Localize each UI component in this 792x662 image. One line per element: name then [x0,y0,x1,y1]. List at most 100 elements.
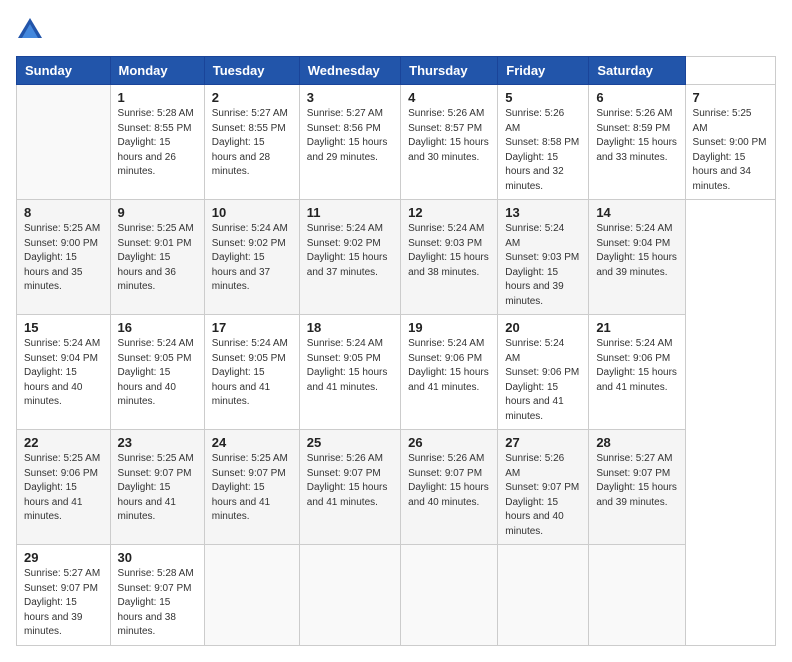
day-number: 10 [212,205,292,220]
calendar-cell: 20 Sunrise: 5:24 AMSunset: 9:06 PMDayligh… [498,315,589,430]
logo [16,16,48,44]
calendar-cell [204,545,299,646]
day-number: 19 [408,320,490,335]
calendar-header-friday: Friday [498,57,589,85]
day-number: 26 [408,435,490,450]
page-header [16,16,776,44]
day-number: 30 [118,550,197,565]
day-info: Sunrise: 5:24 AMSunset: 9:06 PMDaylight:… [596,337,677,395]
day-number: 28 [596,435,677,450]
calendar-table: SundayMondayTuesdayWednesdayThursdayFrid… [16,56,776,646]
calendar-cell: 10 Sunrise: 5:24 AMSunset: 9:02 PMDayligh… [204,200,299,315]
day-number: 20 [505,320,581,335]
day-info: Sunrise: 5:24 AMSunset: 9:02 PMDaylight:… [307,222,393,280]
day-info: Sunrise: 5:27 AMSunset: 9:07 PMDaylight:… [596,452,677,510]
calendar-cell: 17Sunrise: 5:24 AMSunset: 9:05 PMDayligh… [204,315,299,430]
day-number: 15 [24,320,103,335]
day-info: Sunrise: 5:25 AMSunset: 9:06 PMDaylight:… [24,452,103,525]
calendar-cell: 11 Sunrise: 5:24 AMSunset: 9:02 PMDayligh… [299,200,400,315]
day-number: 11 [307,205,393,220]
day-number: 18 [307,320,393,335]
day-info: Sunrise: 5:27 AMSunset: 8:55 PMDaylight:… [212,107,292,180]
calendar-cell: 26 Sunrise: 5:26 AMSunset: 9:07 PMDayligh… [401,430,498,545]
calendar-header-saturday: Saturday [589,57,685,85]
day-info: Sunrise: 5:24 AMSunset: 9:06 PMDaylight:… [505,337,581,424]
day-number: 1 [118,90,197,105]
calendar-cell [17,85,111,200]
calendar-cell: 6 Sunrise: 5:26 AMSunset: 8:59 PMDaylight… [589,85,685,200]
day-info: Sunrise: 5:26 AMSunset: 9:07 PMDaylight:… [505,452,581,539]
calendar-cell [498,545,589,646]
logo-icon [16,16,44,44]
calendar-cell [299,545,400,646]
calendar-cell: 16 Sunrise: 5:24 AMSunset: 9:05 PMDayligh… [110,315,204,430]
calendar-cell: 3 Sunrise: 5:27 AMSunset: 8:56 PMDaylight… [299,85,400,200]
calendar-header-thursday: Thursday [401,57,498,85]
day-number: 6 [596,90,677,105]
calendar-cell: 15 Sunrise: 5:24 AMSunset: 9:04 PMDayligh… [17,315,111,430]
calendar-cell: 13 Sunrise: 5:24 AMSunset: 9:03 PMDayligh… [498,200,589,315]
day-info: Sunrise: 5:24 AMSunset: 9:04 PMDaylight:… [596,222,677,280]
calendar-cell: 27 Sunrise: 5:26 AMSunset: 9:07 PMDayligh… [498,430,589,545]
day-number: 16 [118,320,197,335]
calendar-cell: 19 Sunrise: 5:24 AMSunset: 9:06 PMDayligh… [401,315,498,430]
calendar-header-sunday: Sunday [17,57,111,85]
calendar-cell: 1 Sunrise: 5:28 AMSunset: 8:55 PMDaylight… [110,85,204,200]
day-number: 8 [24,205,103,220]
day-number: 24 [212,435,292,450]
day-info: Sunrise: 5:25 AMSunset: 9:00 PMDaylight:… [24,222,103,295]
calendar-cell: 9 Sunrise: 5:25 AMSunset: 9:01 PMDaylight… [110,200,204,315]
calendar-cell: 22 Sunrise: 5:25 AMSunset: 9:06 PMDayligh… [17,430,111,545]
day-info: Sunrise: 5:24 AMSunset: 9:03 PMDaylight:… [505,222,581,309]
calendar-cell: 7Sunrise: 5:25 AMSunset: 9:00 PMDaylight… [685,85,775,200]
calendar-cell: 28 Sunrise: 5:27 AMSunset: 9:07 PMDayligh… [589,430,685,545]
day-info: Sunrise: 5:25 AMSunset: 9:01 PMDaylight:… [118,222,197,295]
calendar-cell [589,545,685,646]
day-number: 2 [212,90,292,105]
calendar-cell: 23Sunrise: 5:25 AMSunset: 9:07 PMDayligh… [110,430,204,545]
day-info: Sunrise: 5:26 AMSunset: 8:59 PMDaylight:… [596,107,677,165]
day-number: 13 [505,205,581,220]
calendar-cell: 5 Sunrise: 5:26 AMSunset: 8:58 PMDaylight… [498,85,589,200]
calendar-cell: 25 Sunrise: 5:26 AMSunset: 9:07 PMDayligh… [299,430,400,545]
day-number: 7 [693,90,768,105]
day-info: Sunrise: 5:26 AMSunset: 9:07 PMDaylight:… [408,452,490,510]
calendar-cell: 12Sunrise: 5:24 AMSunset: 9:03 PMDayligh… [401,200,498,315]
day-number: 9 [118,205,197,220]
calendar-cell: 18 Sunrise: 5:24 AMSunset: 9:05 PMDayligh… [299,315,400,430]
day-number: 3 [307,90,393,105]
day-info: Sunrise: 5:28 AMSunset: 8:55 PMDaylight:… [118,107,197,180]
day-number: 22 [24,435,103,450]
day-info: Sunrise: 5:27 AMSunset: 8:56 PMDaylight:… [307,107,393,165]
calendar-cell: 30 Sunrise: 5:28 AMSunset: 9:07 PMDayligh… [110,545,204,646]
calendar-header-tuesday: Tuesday [204,57,299,85]
day-info: Sunrise: 5:27 AMSunset: 9:07 PMDaylight:… [24,567,103,640]
day-info: Sunrise: 5:26 AMSunset: 9:07 PMDaylight:… [307,452,393,510]
day-number: 29 [24,550,103,565]
day-info: Sunrise: 5:24 AMSunset: 9:05 PMDaylight:… [307,337,393,395]
day-info: Sunrise: 5:24 AMSunset: 9:06 PMDaylight:… [408,337,490,395]
calendar-header-monday: Monday [110,57,204,85]
calendar-cell: 4 Sunrise: 5:26 AMSunset: 8:57 PMDaylight… [401,85,498,200]
day-info: Sunrise: 5:24 AMSunset: 9:04 PMDaylight:… [24,337,103,410]
day-info: Sunrise: 5:28 AMSunset: 9:07 PMDaylight:… [118,567,197,640]
day-number: 5 [505,90,581,105]
day-info: Sunrise: 5:24 AMSunset: 9:05 PMDaylight:… [118,337,197,410]
day-info: Sunrise: 5:26 AMSunset: 8:57 PMDaylight:… [408,107,490,165]
calendar-cell: 21Sunrise: 5:24 AMSunset: 9:06 PMDayligh… [589,315,685,430]
day-info: Sunrise: 5:25 AMSunset: 9:07 PMDaylight:… [212,452,292,525]
calendar-cell [401,545,498,646]
day-number: 4 [408,90,490,105]
day-number: 17 [212,320,292,335]
day-number: 27 [505,435,581,450]
calendar-cell: 24 Sunrise: 5:25 AMSunset: 9:07 PMDayligh… [204,430,299,545]
calendar-cell: 29 Sunrise: 5:27 AMSunset: 9:07 PMDayligh… [17,545,111,646]
day-number: 23 [118,435,197,450]
day-number: 25 [307,435,393,450]
day-info: Sunrise: 5:24 AMSunset: 9:02 PMDaylight:… [212,222,292,295]
calendar-cell: 2 Sunrise: 5:27 AMSunset: 8:55 PMDaylight… [204,85,299,200]
day-number: 12 [408,205,490,220]
day-number: 14 [596,205,677,220]
calendar-cell: 14 Sunrise: 5:24 AMSunset: 9:04 PMDayligh… [589,200,685,315]
day-info: Sunrise: 5:26 AMSunset: 8:58 PMDaylight:… [505,107,581,194]
